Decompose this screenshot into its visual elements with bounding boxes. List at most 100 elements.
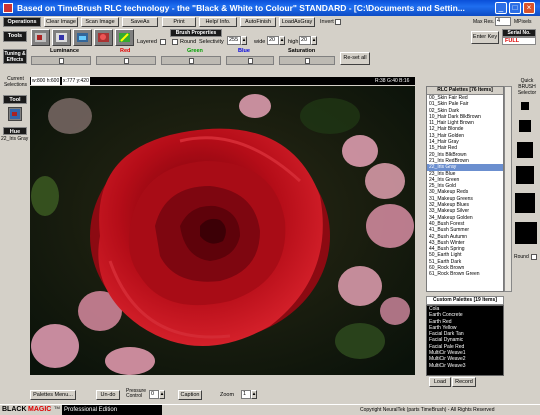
round-label: Round bbox=[180, 39, 197, 45]
color-pick-tool-button[interactable] bbox=[94, 29, 113, 46]
serial-label: Serial No. bbox=[502, 29, 536, 37]
brand-tm: TM bbox=[54, 405, 60, 410]
eraser-tool-button[interactable] bbox=[52, 29, 71, 46]
record-palette-button[interactable]: Record bbox=[452, 377, 476, 387]
wide-input[interactable]: 20 bbox=[267, 36, 279, 45]
autofinish-button[interactable]: AutoFinish bbox=[240, 17, 276, 27]
pixel-rgb-readout: R:38 G:40 B:16 bbox=[375, 78, 410, 84]
luminance-label: Luminance bbox=[50, 48, 80, 54]
image-dimensions: w:800 h:600 bbox=[31, 77, 61, 85]
zoom-input[interactable]: 1 bbox=[241, 390, 251, 399]
reset-all-button[interactable]: Re-set all bbox=[340, 52, 370, 65]
mpixels-label: MPixels bbox=[514, 19, 532, 25]
high-spinner[interactable]: ▴ bbox=[311, 36, 317, 45]
status-bar: BLACK MAGIC TM Professional Edition Copy… bbox=[0, 404, 540, 415]
saturation-slider[interactable] bbox=[279, 56, 335, 65]
title-bar: Based on TimeBrush RLC technology - the … bbox=[0, 0, 540, 16]
custom-palette-item[interactable]: MultiCir Weave3 bbox=[427, 363, 503, 369]
green-slider[interactable] bbox=[161, 56, 221, 65]
invert-checkbox[interactable] bbox=[335, 19, 341, 25]
red-label: Red bbox=[120, 48, 131, 54]
brush-size-6[interactable] bbox=[515, 222, 537, 244]
image-info-bar: w:800 h:600 x:777 y:420 R:38 G:40 B:16 bbox=[30, 77, 415, 85]
custom-items: Cola Earth Concrete Earth Red Earth Yellow F… bbox=[427, 306, 503, 369]
saturation-thumb[interactable] bbox=[305, 58, 310, 64]
wide-spinner[interactable]: ▴ bbox=[279, 36, 285, 45]
eraser-icon bbox=[56, 33, 67, 42]
blue-slider[interactable] bbox=[226, 56, 274, 65]
brush-size-2[interactable] bbox=[519, 120, 531, 132]
custom-palettes-list[interactable]: Cola Earth Concrete Earth Red Earth Yellow F… bbox=[426, 305, 504, 376]
undo-button[interactable]: Un-do bbox=[96, 390, 120, 400]
load-as-gray-button[interactable]: LoadAsGray bbox=[279, 17, 315, 27]
palette-list-item[interactable]: 61_Rock Brown Green bbox=[427, 271, 503, 277]
brush-tool-button[interactable] bbox=[115, 29, 134, 46]
scan-image-button[interactable]: Scan Image bbox=[81, 17, 119, 27]
operations-label: Operations bbox=[3, 17, 41, 27]
selectivity-spinner[interactable]: ▴ bbox=[241, 36, 247, 45]
layered-checkbox[interactable] bbox=[160, 39, 166, 45]
minimize-button[interactable]: _ bbox=[495, 2, 507, 14]
pressure-input[interactable]: 0 bbox=[149, 390, 159, 399]
palette-scrollbar[interactable] bbox=[504, 86, 512, 292]
image-canvas[interactable] bbox=[30, 86, 415, 375]
tool-label: Tool bbox=[3, 95, 27, 104]
red-slider[interactable] bbox=[96, 56, 156, 65]
blue-thumb[interactable] bbox=[248, 58, 253, 64]
green-thumb[interactable] bbox=[189, 58, 194, 64]
brush-icon bbox=[119, 33, 130, 42]
custom-palettes-header: Custom Palettes [19 Items] bbox=[426, 296, 504, 305]
load-palette-button[interactable]: Load bbox=[429, 377, 451, 387]
paint-tool-button[interactable] bbox=[31, 29, 50, 46]
red-thumb[interactable] bbox=[124, 58, 129, 64]
copyright-text: Copyright NeuralTek (parts TimeBrush) - … bbox=[360, 407, 495, 413]
enter-key-button[interactable]: Enter Key bbox=[471, 31, 499, 44]
tuning-effects-label: Tuning & Effects bbox=[3, 49, 27, 64]
help-info-button[interactable]: Help/ Info. bbox=[199, 17, 237, 27]
palettes-menu-button[interactable]: Palettes Menu... bbox=[30, 390, 76, 400]
print-button[interactable]: Print bbox=[162, 17, 196, 27]
clear-image-button[interactable]: Clear Image bbox=[44, 17, 78, 27]
high-input[interactable]: 20 bbox=[299, 36, 311, 45]
brush-size-5[interactable] bbox=[515, 193, 535, 213]
brush-size-3[interactable] bbox=[517, 142, 533, 158]
color-picker-icon bbox=[98, 33, 109, 42]
caption-button[interactable]: Caption bbox=[178, 390, 202, 400]
high-label: high bbox=[288, 39, 299, 45]
paint-icon bbox=[10, 109, 20, 119]
brush-size-4[interactable] bbox=[516, 166, 534, 184]
luminance-thumb[interactable] bbox=[59, 58, 64, 64]
paint-icon bbox=[35, 33, 46, 42]
pressure-control-label: Pressure Control bbox=[126, 388, 147, 399]
window-title: Based on TimeBrush RLC technology - the … bbox=[17, 3, 465, 13]
quick-round-checkbox[interactable] bbox=[531, 254, 537, 260]
max-res-input[interactable]: 4 bbox=[495, 17, 511, 26]
selectivity-label: Selectivity bbox=[199, 39, 224, 45]
rlc-palettes-header: RLC Palettes [76 Items] bbox=[427, 87, 503, 95]
current-tool-indicator bbox=[8, 107, 22, 121]
selectivity-input[interactable]: 255 bbox=[227, 36, 241, 45]
maximize-button[interactable]: □ bbox=[509, 2, 521, 14]
tools-label: Tools bbox=[3, 31, 27, 42]
quick-round-label: Round bbox=[514, 254, 529, 260]
palette-items: 00_Skin Fair Red 01_Skin Pale Fair 02_Skin… bbox=[427, 95, 503, 278]
close-button[interactable]: × bbox=[523, 2, 535, 14]
current-selections-label: Current Selections bbox=[3, 76, 28, 88]
max-res-label: Max Res. bbox=[473, 19, 495, 25]
rlc-palettes-list[interactable]: RLC Palettes [76 Items] 00_Skin Fair Red… bbox=[426, 86, 504, 292]
edition-label: Professional Edition bbox=[62, 405, 162, 415]
zoom-label: Zoom bbox=[220, 392, 235, 398]
fill-tool-button[interactable] bbox=[73, 29, 92, 46]
brush-size-1[interactable] bbox=[521, 102, 529, 110]
layered-label: Layered bbox=[137, 39, 157, 45]
fill-icon bbox=[77, 33, 88, 42]
brand-magic: MAGIC bbox=[28, 406, 52, 413]
save-as-button[interactable]: SaveAs bbox=[122, 17, 158, 27]
pressure-spinner[interactable]: ▴ bbox=[159, 390, 165, 399]
quick-brush-label: Quick BRUSH Selector bbox=[517, 78, 537, 96]
hue-label: Hue bbox=[3, 127, 27, 135]
round-checkbox[interactable] bbox=[172, 39, 178, 45]
luminance-slider[interactable] bbox=[31, 56, 91, 65]
brand-black: BLACK bbox=[2, 406, 27, 413]
zoom-spinner[interactable]: ▴ bbox=[251, 390, 257, 399]
